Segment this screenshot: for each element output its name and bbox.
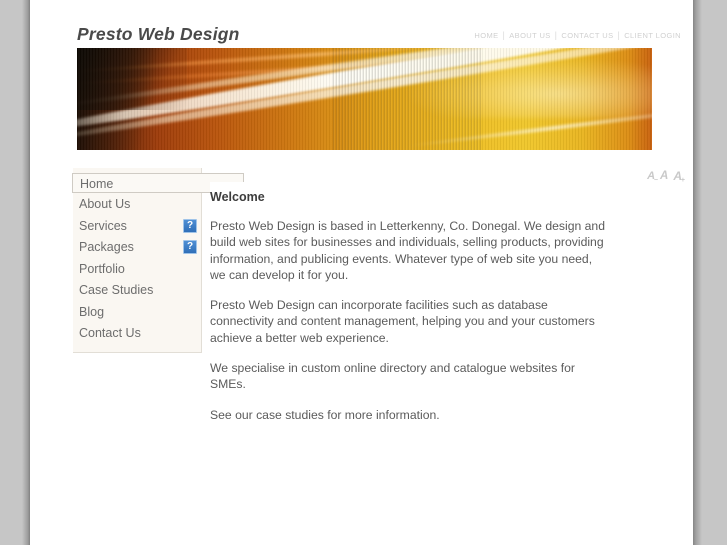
browser-viewport: Presto Web Design HOME | ABOUT US | CONTACT … — [0, 0, 727, 545]
page-canvas: Presto Web Design HOME | ABOUT US | CONTACT … — [30, 0, 693, 545]
broken-image-icon — [183, 218, 197, 233]
content-paragraph: Presto Web Design is based in Letterkenn… — [210, 219, 605, 282]
page-right-shadow — [693, 0, 702, 545]
content-paragraph: We specialise in custom online directory… — [210, 361, 575, 392]
sidebar-item-label: Portfolio — [79, 261, 125, 276]
topnav-link-home[interactable]: HOME — [473, 31, 499, 40]
increase-font-size-button[interactable]: A + — [673, 170, 685, 184]
plus-icon: + — [680, 177, 685, 184]
sidebar-item-label: Home — [80, 177, 114, 191]
banner-texture-band — [333, 48, 483, 150]
sidebar-item-services[interactable]: Services — [73, 216, 201, 238]
sidebar-item-blog[interactable]: Blog — [73, 302, 201, 324]
decrease-font-size-button[interactable]: A − — [647, 171, 659, 185]
sidebar-item-about-us[interactable]: About Us — [73, 194, 201, 216]
topnav-separator: | — [502, 30, 506, 40]
font-size-controls: A − A A + — [647, 169, 685, 185]
sidebar-item-label: Services — [79, 218, 127, 233]
content-paragraph: See our case studies for more informatio… — [210, 407, 440, 422]
minus-icon: − — [653, 177, 659, 184]
page-left-shadow — [22, 0, 30, 545]
sidebar-item-label: Blog — [79, 304, 105, 319]
sidebar-item-label: Contact Us — [79, 326, 141, 340]
sidebar-item-label: Packages — [79, 240, 134, 254]
sidebar-navigation: Home About Us Services Packages Portfoli… — [72, 168, 244, 353]
sidebar-item-label: About Us — [79, 197, 131, 211]
site-header: Presto Web Design HOME | ABOUT US | CONTACT … — [30, 0, 693, 48]
content-paragraph: Presto Web Design can incorporate facili… — [210, 298, 595, 345]
topnav-link-client-login[interactable]: CLIENT LOGIN — [623, 31, 682, 40]
main-content: Welcome Presto Web Design is based in Le… — [210, 182, 610, 423]
sidebar-item-portfolio[interactable]: Portfolio — [73, 259, 201, 281]
sidebar-item-contact-us[interactable]: Contact Us — [73, 323, 201, 345]
sidebar-item-case-studies[interactable]: Case Studies — [73, 280, 201, 302]
site-logo[interactable]: Presto Web Design — [77, 24, 240, 45]
topnav-link-contact-us[interactable]: CONTACT US — [560, 31, 614, 40]
page-title: Welcome — [210, 190, 265, 204]
sidebar-item-packages[interactable]: Packages — [73, 237, 201, 259]
reset-font-size-button[interactable]: A — [660, 169, 669, 183]
broken-image-icon — [183, 240, 197, 254]
font-size-letter: A — [660, 169, 669, 182]
sidebar-item-label: Case Studies — [79, 283, 154, 297]
hero-banner-image — [77, 48, 652, 150]
top-navigation: HOME | ABOUT US | CONTACT US | CLIENT LOGIN — [473, 30, 682, 40]
topnav-separator: | — [617, 30, 621, 40]
topnav-link-about-us[interactable]: ABOUT US — [508, 31, 551, 40]
